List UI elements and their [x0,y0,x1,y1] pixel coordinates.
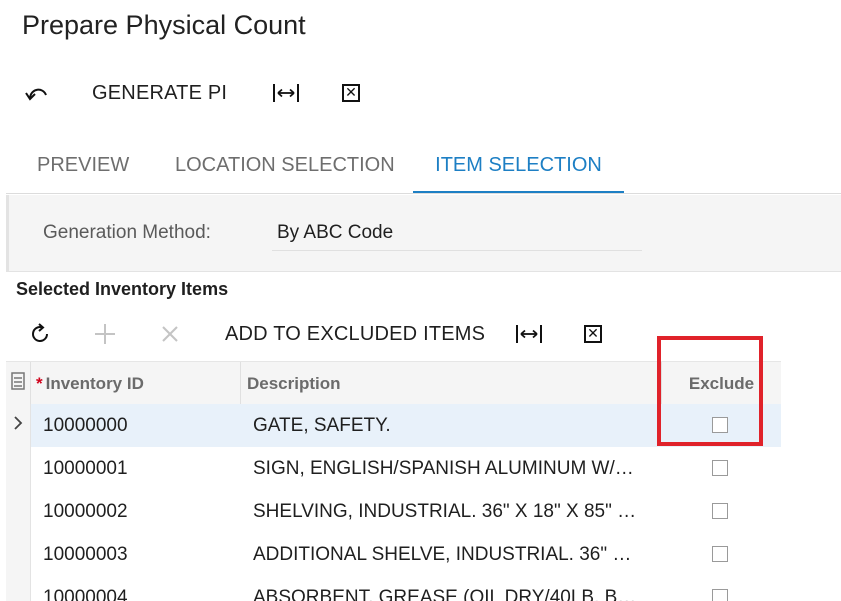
grid-fit-columns-button[interactable] [515,313,543,355]
add-to-excluded-items-label: ADD TO EXCLUDED ITEMS [225,322,486,345]
table-row[interactable]: 10000001 SIGN, ENGLISH/SPANISH ALUMINUM … [6,447,781,491]
fit-columns-icon [272,82,300,104]
tabs-divider [6,193,841,194]
row-selector[interactable] [6,447,31,490]
inventory-id-cell[interactable]: 10000004 [43,576,233,601]
fit-columns-button[interactable] [272,72,300,114]
row-selector[interactable] [6,533,31,576]
add-to-excluded-items-button[interactable]: ADD TO EXCLUDED ITEMS [225,313,485,355]
column-separator [240,362,241,405]
undo-button[interactable] [24,72,54,114]
tab-label: ITEM SELECTION [435,154,602,176]
delete-row-button[interactable] [160,313,182,355]
description-cell[interactable]: GATE, SAFETY. [253,404,653,447]
generate-pi-button[interactable]: GENERATE PI [92,72,227,114]
row-selector[interactable] [6,576,31,601]
generation-method-select[interactable]: By ABC Code [277,222,393,244]
description-cell[interactable]: SHELVING, INDUSTRIAL. 36" X 18" X 85" … [253,490,653,533]
file-settings-icon [11,372,25,395]
column-header-description[interactable]: Description [247,362,647,405]
inventory-id-cell[interactable]: 10000002 [43,490,233,533]
row-selector-header[interactable] [6,362,30,405]
excel-export-icon: ✕ [342,84,360,102]
tab-bar: PREVIEW LOCATION SELECTION ITEM SELECTIO… [0,140,841,194]
tab-label: PREVIEW [37,154,130,176]
field-underline [272,250,642,251]
excel-export-button[interactable]: ✕ [342,72,364,114]
column-header-label: Description [247,373,341,393]
table-row[interactable]: 10000004 ABSORBENT, GREASE (OIL DRY/40LB… [6,576,781,601]
highlight-annotation-box [657,336,763,446]
exclude-checkbox[interactable] [712,460,728,476]
table-row[interactable]: 10000003 ADDITIONAL SHELVE, INDUSTRIAL. … [6,533,781,577]
required-marker: * [36,373,43,393]
exclude-checkbox[interactable] [712,589,728,601]
fit-columns-icon [515,323,543,345]
inventory-id-cell[interactable]: 10000000 [43,404,233,447]
generation-method-label: Generation Method: [43,222,211,243]
add-row-button[interactable] [93,313,117,355]
page-title: Prepare Physical Count [22,10,306,40]
plus-icon [93,322,117,346]
row-selector[interactable] [6,404,31,447]
grid-excel-export-button[interactable]: ✕ [584,313,606,355]
undo-icon [24,82,50,104]
table-row[interactable]: 10000002 SHELVING, INDUSTRIAL. 36" X 18"… [6,490,781,534]
column-header-label: Inventory ID [45,373,144,393]
description-cell[interactable]: ABSORBENT, GREASE (OIL DRY/40LB. B… [253,576,653,601]
row-selector[interactable] [6,490,31,533]
excel-export-icon: ✕ [584,325,602,343]
column-header-inventory-id[interactable]: * Inventory ID [36,362,236,405]
column-separator [30,362,31,405]
main-toolbar: GENERATE PI ✕ [0,72,841,114]
tab-preview[interactable]: PREVIEW [37,140,129,191]
tab-label: LOCATION SELECTION [175,154,395,176]
exclude-checkbox[interactable] [712,546,728,562]
description-cell[interactable]: SIGN, ENGLISH/SPANISH ALUMINUM W/… [253,447,653,490]
generate-pi-label: GENERATE PI [92,81,228,104]
exclude-checkbox[interactable] [712,503,728,519]
refresh-icon [28,322,52,346]
refresh-button[interactable] [28,313,52,355]
close-icon [160,324,180,344]
description-cell[interactable]: ADDITIONAL SHELVE, INDUSTRIAL. 36" … [253,533,653,576]
inventory-id-cell[interactable]: 10000003 [43,533,233,576]
tab-location-selection[interactable]: LOCATION SELECTION [175,140,395,191]
inventory-id-cell[interactable]: 10000001 [43,447,233,490]
chevron-right-icon [13,415,23,436]
tab-item-selection[interactable]: ITEM SELECTION [413,140,624,194]
section-title: Selected Inventory Items [16,279,229,299]
